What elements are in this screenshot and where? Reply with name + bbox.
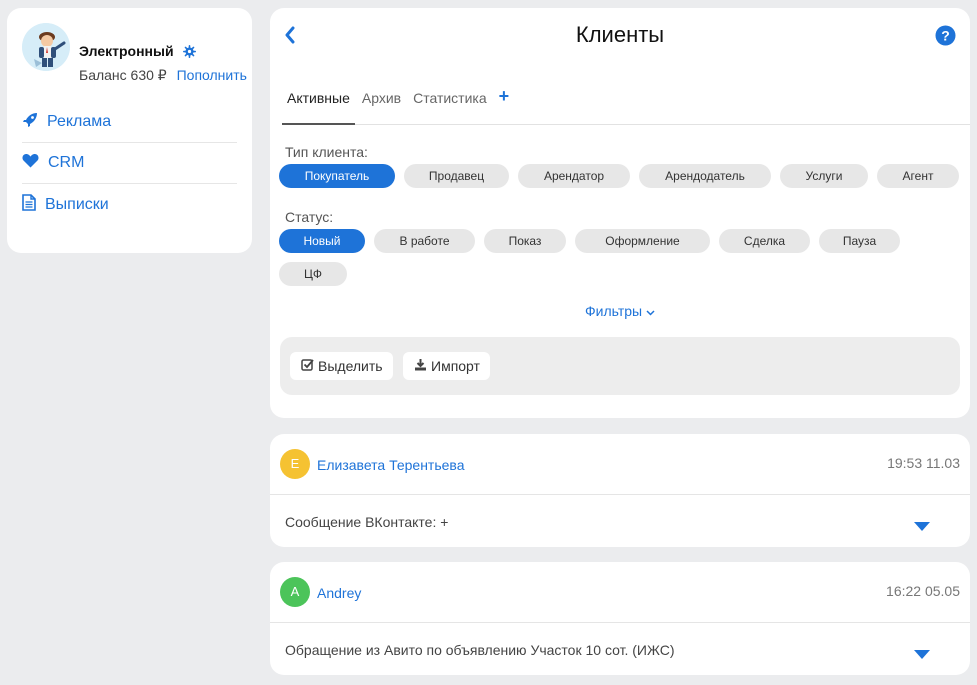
sidebar-item-label: Реклама	[47, 113, 112, 130]
profile-name-text: Электронный	[79, 43, 174, 59]
chip-client-type[interactable]: Покупатель	[279, 164, 395, 188]
chevron-down-icon	[646, 303, 655, 319]
rocket-icon	[22, 112, 47, 133]
heart-icon	[22, 153, 48, 173]
sidebar-item-ads[interactable]: Реклама	[22, 102, 237, 143]
expand-caret-icon[interactable]	[914, 518, 930, 536]
topup-link[interactable]: Пополнить	[177, 67, 247, 83]
client-message: Сообщение ВКонтакте: +	[285, 514, 449, 530]
client-avatar: A	[280, 577, 310, 607]
client-type-label: Тип клиента:	[285, 144, 368, 160]
client-name-link[interactable]: Andrey	[317, 585, 361, 601]
client-card: Е Елизавета Терентьева 19:53 11.03 Сообщ…	[270, 434, 970, 547]
add-tab-button[interactable]: +	[494, 86, 515, 125]
sidebar-item-label: Выписки	[45, 195, 109, 213]
tabs: Активные Архив Статистика +	[282, 86, 970, 125]
filters-label: Фильтры	[585, 303, 643, 319]
import-button[interactable]: Импорт	[403, 352, 490, 380]
import-button-label: Импорт	[431, 358, 480, 374]
client-timestamp: 19:53 11.03	[887, 455, 960, 471]
help-icon[interactable]: ?	[935, 25, 956, 51]
status-chips: Новый В работе Показ Оформление Сделка П…	[279, 229, 962, 286]
document-icon	[22, 193, 45, 216]
chip-status[interactable]: Сделка	[719, 229, 810, 253]
client-card: A Andrey 16:22 05.05 Обращение из Авито …	[270, 562, 970, 675]
tab-statistics[interactable]: Статистика	[408, 86, 492, 125]
page-title: Клиенты	[575, 22, 665, 47]
client-name-link[interactable]: Елизавета Терентьева	[317, 457, 464, 473]
checkbox-icon	[301, 358, 318, 374]
gear-icon[interactable]	[183, 45, 197, 61]
expand-caret-icon[interactable]	[914, 646, 930, 664]
avatar[interactable]	[22, 23, 70, 71]
select-button-label: Выделить	[318, 358, 383, 374]
download-icon	[414, 358, 431, 374]
tab-archive[interactable]: Архив	[357, 86, 406, 125]
chip-status[interactable]: Показ	[484, 229, 566, 253]
profile-name: Электронный	[79, 43, 197, 61]
select-button[interactable]: Выделить	[290, 352, 393, 380]
svg-text:?: ?	[941, 28, 950, 44]
client-card-header: A Andrey 16:22 05.05	[270, 562, 970, 623]
client-message: Обращение из Авито по объявлению Участок…	[285, 642, 675, 658]
chip-client-type[interactable]: Агент	[877, 164, 959, 188]
chip-status[interactable]: Новый	[279, 229, 365, 253]
sidebar-nav: Реклама CRM Выписки	[22, 102, 237, 225]
client-type-chips: Покупатель Продавец Арендатор Арендодате…	[279, 164, 962, 188]
sidebar: Электронный Баланс 630 ₽ Пополнить Рекла…	[7, 8, 252, 253]
sidebar-item-statements[interactable]: Выписки	[22, 184, 237, 225]
chip-status[interactable]: Оформление	[575, 229, 710, 253]
chip-status[interactable]: В работе	[374, 229, 475, 253]
toolbar: Выделить Импорт	[280, 337, 960, 395]
filters-toggle[interactable]: Фильтры	[270, 303, 970, 319]
sidebar-item-crm[interactable]: CRM	[22, 143, 237, 184]
balance-text: Баланс 630 ₽	[79, 67, 167, 83]
chip-status[interactable]: ЦФ	[279, 262, 347, 286]
chip-client-type[interactable]: Продавец	[404, 164, 509, 188]
client-avatar: Е	[280, 449, 310, 479]
client-timestamp: 16:22 05.05	[886, 583, 960, 599]
chip-client-type[interactable]: Услуги	[780, 164, 868, 188]
balance: Баланс 630 ₽ Пополнить	[79, 67, 247, 84]
tab-active[interactable]: Активные	[282, 86, 355, 125]
chip-client-type[interactable]: Арендатор	[518, 164, 630, 188]
chip-status[interactable]: Пауза	[819, 229, 900, 253]
chip-client-type[interactable]: Арендодатель	[639, 164, 771, 188]
status-label: Статус:	[285, 209, 334, 225]
sidebar-item-label: CRM	[48, 154, 85, 171]
client-card-header: Е Елизавета Терентьева 19:53 11.03	[270, 434, 970, 495]
clients-panel: Клиенты ? Активные Архив Статистика + Ти…	[270, 8, 970, 418]
